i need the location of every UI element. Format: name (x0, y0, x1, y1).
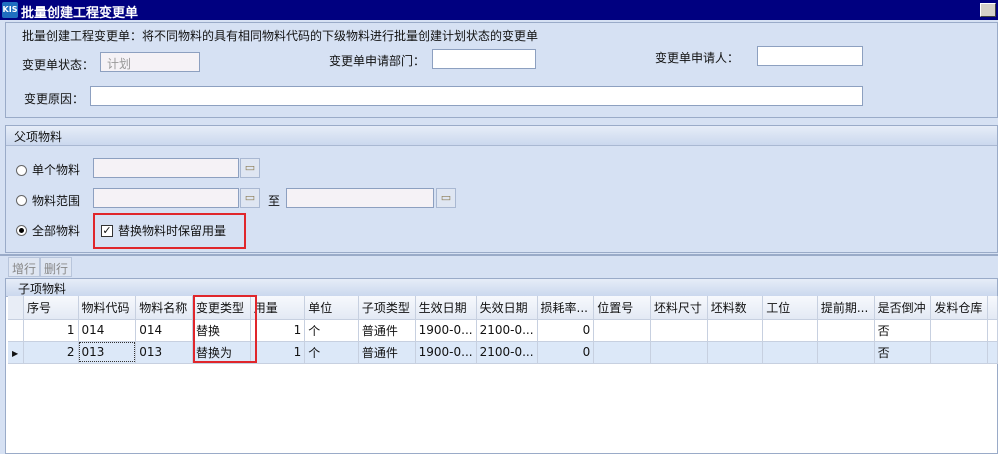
column-header[interactable] (987, 296, 998, 320)
table-cell[interactable]: 否 (874, 341, 932, 364)
window-control-button[interactable] (980, 3, 996, 17)
status-field[interactable]: 计划 (100, 52, 200, 72)
column-header[interactable]: 提前期... (817, 296, 875, 320)
column-header[interactable]: 单位 (304, 296, 359, 320)
single-material-radio[interactable] (16, 165, 27, 176)
range-to-field[interactable] (286, 188, 434, 208)
column-header[interactable]: 损耗率... (537, 296, 595, 320)
table-cell[interactable] (707, 319, 764, 342)
table-cell[interactable] (762, 319, 818, 342)
table-cell[interactable]: 1900-0... (415, 341, 477, 364)
table-cell[interactable] (817, 341, 875, 364)
to-label: 至 (268, 194, 281, 208)
table-cell[interactable]: 014 (135, 319, 193, 342)
table-cell[interactable] (930, 341, 989, 364)
header-row: 序号 物料代码 物料名称 变更类型 用量 单位 子项类型 生效日期 失效日期 损耗率... 位置号坯… (8, 296, 998, 320)
child-material-grid: 序号 物料代码 物料名称 变更类型 用量 单位 子项类型 生效日期 失效日期 损耗率... 位置号坯… (8, 296, 998, 364)
table-cell[interactable]: 1 (23, 319, 79, 342)
table-cell[interactable] (987, 341, 998, 364)
table-row[interactable]: ▶ 2 013 013 替换为 1 个普通件 1900-0... 2100-0... 0 否 (8, 341, 998, 364)
column-header[interactable]: 坯料尺寸 (650, 296, 708, 320)
dept-field[interactable] (432, 49, 536, 69)
folder-icon[interactable]: ▭ (436, 188, 456, 208)
table-cell[interactable]: 2 (23, 341, 79, 364)
column-header[interactable]: 坯料数 (707, 296, 764, 320)
table-cell[interactable]: 013 (135, 341, 193, 364)
table-cell[interactable]: 014 (78, 319, 137, 342)
table-cell[interactable]: 个 (304, 341, 359, 364)
range-from-field[interactable] (93, 188, 239, 208)
material-range-label: 物料范围 (32, 194, 81, 208)
single-material-label: 单个物料 (32, 163, 81, 177)
applicant-label: 变更单申请人： (655, 51, 740, 65)
table-cell[interactable] (762, 341, 818, 364)
description-text: 批量创建工程变更单：将不同物料的具有相同物料代码的下级物料进行批量创建计划状态的… (22, 29, 539, 43)
column-header[interactable]: 序号 (23, 296, 79, 320)
window-title: 批量创建工程变更单 (21, 6, 139, 21)
divider (0, 254, 998, 256)
table-row[interactable]: 1 014 014 替换 1 个普通件 1900-0... 2100-0... 0 否 (8, 319, 998, 342)
delete-row-button[interactable]: 删行 (40, 257, 73, 277)
column-header[interactable]: 生效日期 (415, 296, 477, 320)
table-cell[interactable]: 普通件 (358, 341, 416, 364)
keep-qty-label: 替换物料时保留用量 (118, 224, 227, 238)
table-cell[interactable]: 2100-0... (476, 319, 538, 342)
row-header-corner (8, 296, 25, 320)
row-indicator[interactable] (8, 319, 25, 342)
table-cell[interactable]: 2100-0... (476, 341, 538, 364)
column-header[interactable]: 位置号 (593, 296, 651, 320)
row-indicator[interactable]: ▶ (8, 341, 25, 364)
parent-group-title: 父项物料 (6, 126, 997, 146)
table-cell[interactable] (650, 341, 708, 364)
reason-label: 变更原因： (24, 92, 85, 106)
table-cell[interactable]: 1900-0... (415, 319, 477, 342)
all-materials-label: 全部物料 (32, 224, 81, 238)
status-label: 变更单状态： (22, 58, 95, 72)
column-header[interactable]: 失效日期 (476, 296, 538, 320)
column-header[interactable]: 物料名称 (135, 296, 193, 320)
table-cell[interactable] (593, 341, 651, 364)
child-group-title: 子项物料 (6, 279, 997, 297)
single-material-field[interactable] (93, 158, 239, 178)
material-range-radio[interactable] (16, 195, 27, 206)
all-materials-radio[interactable] (16, 225, 27, 236)
table-cell[interactable] (817, 319, 875, 342)
column-header[interactable]: 工位 (762, 296, 818, 320)
folder-icon[interactable]: ▭ (240, 188, 260, 208)
column-header[interactable]: 物料代码 (78, 296, 137, 320)
table-cell[interactable]: 个 (304, 319, 359, 342)
table-cell[interactable]: 1 (250, 341, 306, 364)
column-header[interactable]: 用量 (250, 296, 306, 320)
table-cell[interactable] (650, 319, 708, 342)
table-cell[interactable] (593, 319, 651, 342)
table-cell[interactable] (987, 319, 998, 342)
highlight-box (193, 295, 257, 363)
title-bar: KIS 批量创建工程变更单 (0, 0, 998, 21)
add-row-button[interactable]: 增行 (8, 257, 41, 277)
table-cell[interactable] (930, 319, 989, 342)
keep-qty-checkbox[interactable]: ✓ (101, 225, 113, 237)
folder-icon[interactable]: ▭ (240, 158, 260, 178)
column-header[interactable]: 发料仓库 (930, 296, 989, 320)
reason-field[interactable] (90, 86, 863, 106)
column-header[interactable]: 是否倒冲 (874, 296, 932, 320)
current-row-arrow-icon: ▶ (12, 349, 19, 358)
column-header[interactable]: 子项类型 (358, 296, 416, 320)
dept-label: 变更单申请部门： (329, 54, 426, 68)
table-cell[interactable]: 否 (874, 319, 932, 342)
table-cell[interactable]: 普通件 (358, 319, 416, 342)
table-cell[interactable]: 1 (250, 319, 306, 342)
table-cell[interactable]: 013 (78, 341, 137, 364)
table-cell[interactable]: 0 (537, 341, 595, 364)
app-logo-icon: KIS (2, 2, 18, 18)
table-cell[interactable] (707, 341, 764, 364)
table-cell[interactable]: 0 (537, 319, 595, 342)
applicant-field[interactable] (757, 46, 863, 66)
